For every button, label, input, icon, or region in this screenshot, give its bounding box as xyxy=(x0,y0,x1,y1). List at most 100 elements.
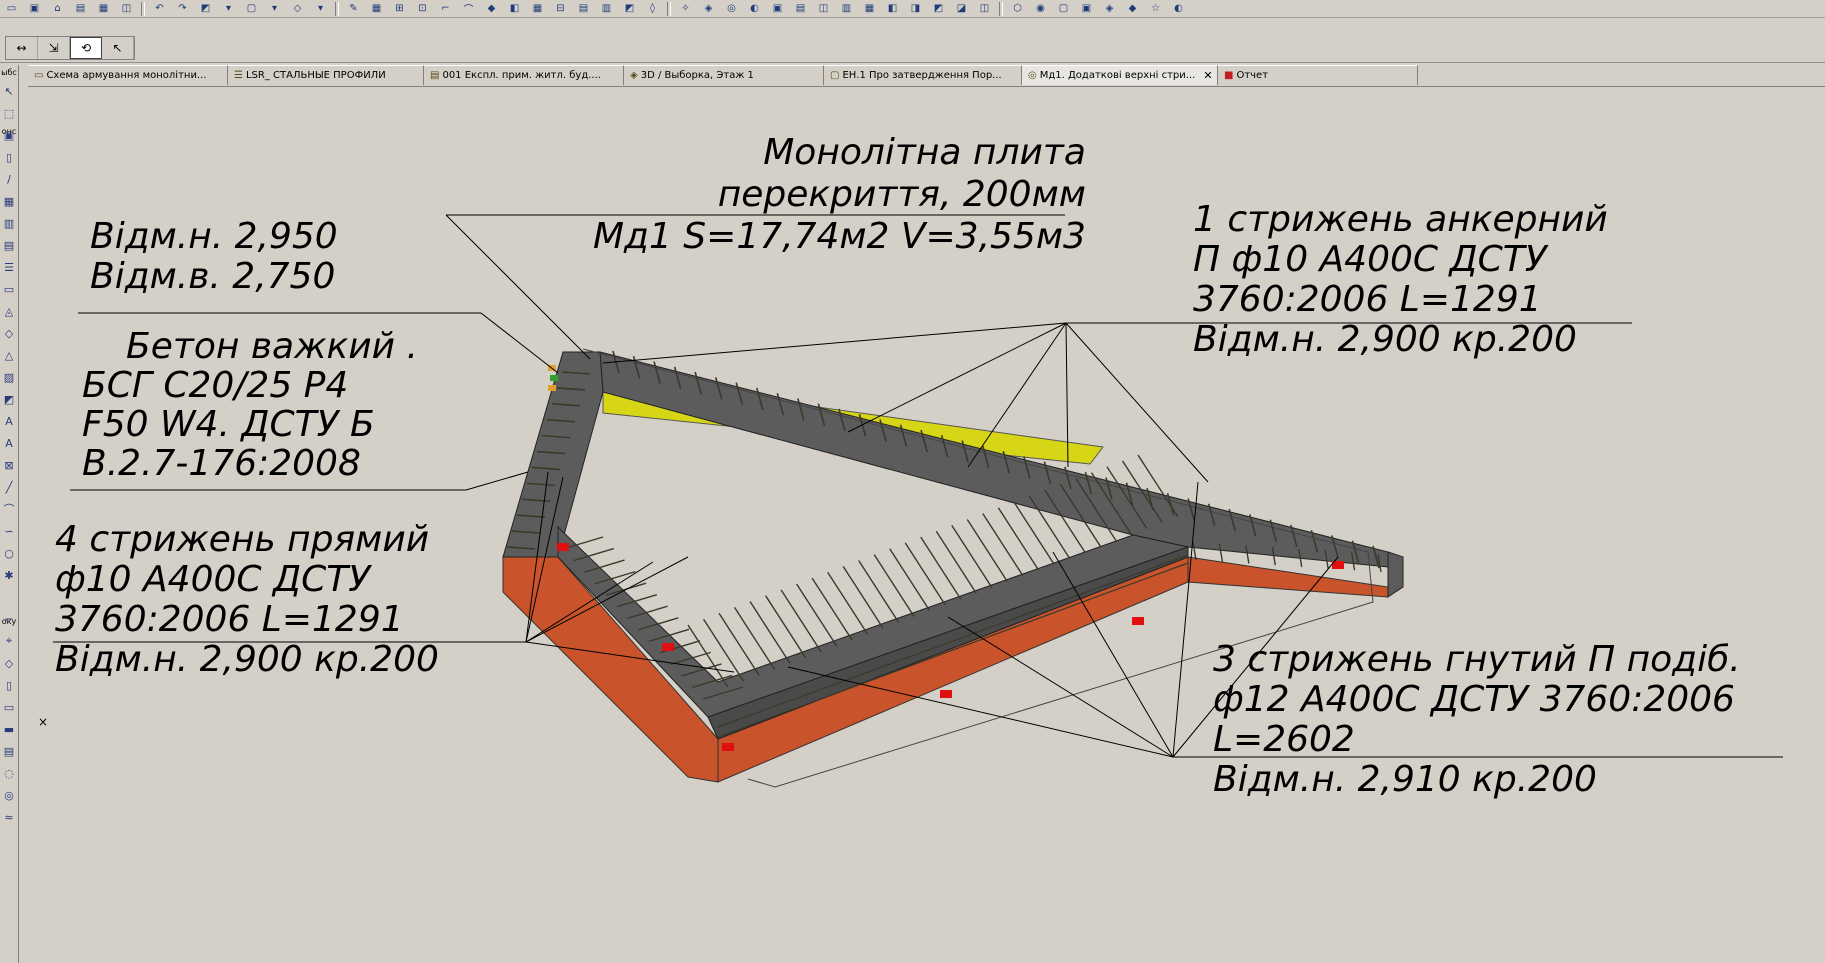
toolbox-tool-icon[interactable]: ▤ xyxy=(1,743,17,759)
toolbox-tool-icon[interactable]: ▦ xyxy=(1,193,17,209)
toolbar-button-icon[interactable]: ☆ xyxy=(1147,2,1164,15)
toolbar-button-icon[interactable]: ▢ xyxy=(1055,2,1072,15)
rebar xyxy=(780,589,822,653)
toolbox-tool-icon[interactable]: ↖ xyxy=(1,83,17,99)
orbit-mode-button[interactable]: ⟲ xyxy=(70,37,102,59)
toolbox-tool-icon[interactable]: ◩ xyxy=(1,391,17,407)
toolbar-button-icon[interactable]: ◇ xyxy=(289,2,306,15)
drawing-canvas[interactable]: Монолітна плита перекриття, 200мм Мд1 S=… xyxy=(28,87,1825,963)
toolbar-button-icon[interactable]: ▦ xyxy=(95,2,112,15)
toolbar-button-icon[interactable]: ◫ xyxy=(118,2,135,15)
toolbox-tool-icon[interactable]: ▨ xyxy=(1,369,17,385)
toolbox-tool-icon[interactable]: ◎ xyxy=(1,787,17,803)
toolbar-button-icon[interactable]: ▢ xyxy=(243,2,260,15)
toolbar-button-icon[interactable]: ◪ xyxy=(953,2,970,15)
toolbox-tool-icon[interactable]: ▣ xyxy=(1,127,17,143)
toolbox-tool-icon[interactable]: ▯ xyxy=(1,677,17,693)
toolbox-tool-icon[interactable]: A xyxy=(1,413,17,429)
toolbox-tool-icon[interactable]: ▥ xyxy=(1,215,17,231)
toolbar-button-icon[interactable]: ⌒ xyxy=(460,2,477,16)
toolbox-tool-icon[interactable]: ∽ xyxy=(1,523,17,539)
toolbox-tool-icon[interactable]: ▭ xyxy=(1,281,17,297)
toolbar-button-icon[interactable]: ▾ xyxy=(312,2,329,15)
toolbox-tool-icon[interactable]: ▬ xyxy=(1,721,17,737)
toolbar-button-icon[interactable]: ◨ xyxy=(907,2,924,15)
close-tab-button[interactable]: ✕ xyxy=(1203,69,1212,82)
toolbar-button-icon[interactable]: ✎ xyxy=(345,2,362,15)
toolbar-button-icon[interactable]: ⊟ xyxy=(552,2,569,15)
toolbar-button-icon[interactable]: ◩ xyxy=(621,2,638,15)
toolbox-tool-icon[interactable]: ╱ xyxy=(1,479,17,495)
toolbar-button-icon[interactable]: ▦ xyxy=(861,2,878,15)
toolbar-button-icon[interactable]: ◧ xyxy=(884,2,901,15)
toolbar-button-icon[interactable]: ◩ xyxy=(197,2,214,15)
toolbar-button-icon[interactable]: ⊡ xyxy=(414,2,431,15)
pointer-mode-button[interactable]: ↖ xyxy=(102,37,134,59)
toolbar-button-icon[interactable]: ⌂ xyxy=(49,2,66,15)
toolbar-button-icon[interactable]: ◆ xyxy=(483,2,500,15)
toolbox-tool-icon[interactable]: ⬚ xyxy=(1,105,17,121)
toolbar-button-icon[interactable]: ◐ xyxy=(1170,2,1187,15)
annotation-line: Відм.в. 2,750 xyxy=(90,256,336,297)
toolbox-tool-icon[interactable]: A xyxy=(1,435,17,451)
toolbar-button-icon[interactable]: ◈ xyxy=(1101,2,1118,15)
toolbar-button-icon[interactable]: ▭ xyxy=(3,2,20,15)
toolbox-tool-icon[interactable]: ⌖ xyxy=(1,633,17,649)
toolbar-button-icon[interactable]: ◈ xyxy=(700,2,717,15)
toolbar-button-icon[interactable]: ↷ xyxy=(174,2,191,15)
tab-layout[interactable]: ▢ ЕН.1 Про затвердження Пор... xyxy=(824,65,1022,85)
toolbar-button-icon[interactable]: ▤ xyxy=(792,2,809,15)
toolbar-button-icon[interactable]: ✧ xyxy=(677,2,694,15)
toolbar-button-icon[interactable]: ◫ xyxy=(976,2,993,15)
toolbar-button-icon[interactable]: ▦ xyxy=(368,2,385,15)
tab-rebar-scheme[interactable]: ▭ Схема армування монолітни... xyxy=(28,65,228,85)
toolbar-button-icon[interactable]: ⊞ xyxy=(391,2,408,15)
toolbar-button-icon[interactable]: ⌐ xyxy=(437,2,454,15)
toolbox-tool-icon[interactable]: / xyxy=(1,171,17,187)
toolbar-button-icon[interactable]: ▤ xyxy=(72,2,89,15)
toolbar-button-icon[interactable]: ◊ xyxy=(644,2,661,15)
tab-steel-profiles[interactable]: ☰ LSR_ СТАЛЬНЫЕ ПРОФИЛИ xyxy=(228,65,424,85)
toolbox-tool-icon[interactable]: ✱ xyxy=(1,567,17,583)
tab-detail-md1[interactable]: ◎ Мд1. Додаткові верхні стри... ✕ xyxy=(1022,65,1218,85)
toolbar-button-icon[interactable]: ▥ xyxy=(838,2,855,15)
toolbox-tool-icon[interactable]: ◇ xyxy=(1,325,17,341)
rebar xyxy=(873,554,915,618)
tab-floor-plan[interactable]: ▤ 001 Експл. прим. житл. буд.... xyxy=(424,65,624,85)
toolbox-tool-icon[interactable]: ⌒ xyxy=(1,501,17,517)
toolbar-button-icon[interactable]: ◎ xyxy=(723,2,740,15)
toolbox-tool-icon[interactable]: ◌ xyxy=(1,765,17,781)
tab-3d-view[interactable]: ◈ 3D / Выборка, Этаж 1 xyxy=(624,65,824,85)
toolbar-button-icon[interactable]: ◆ xyxy=(1124,2,1141,15)
toolbar-button-icon[interactable]: ↶ xyxy=(151,2,168,15)
marquee-mode-button[interactable]: ⇲ xyxy=(38,37,70,59)
toolbox-tool-icon[interactable]: ▤ xyxy=(1,237,17,253)
close-icon[interactable]: × xyxy=(38,715,48,729)
toolbar-button-icon[interactable]: ▣ xyxy=(769,2,786,15)
toolbar-button-icon[interactable]: ▾ xyxy=(266,2,283,15)
toolbar-button-icon[interactable]: ▣ xyxy=(26,2,43,15)
tab-report[interactable]: ■ Отчет xyxy=(1218,65,1418,85)
toolbox-tool-icon[interactable]: ☰ xyxy=(1,259,17,275)
dimension-mode-button[interactable]: ↔ xyxy=(6,37,38,59)
toolbar-button-icon[interactable]: ▥ xyxy=(598,2,615,15)
toolbox-tool-icon[interactable]: ≈ xyxy=(1,809,17,825)
toolbox-tool-icon[interactable]: ◇ xyxy=(1,655,17,671)
toolbox-tool-icon[interactable]: ▭ xyxy=(1,699,17,715)
toolbox-tool-icon[interactable]: ⌐ xyxy=(1,611,17,627)
toolbar-button-icon[interactable]: ◧ xyxy=(506,2,523,15)
toolbox-tool-icon[interactable]: ○ xyxy=(1,545,17,561)
toolbar-button-icon[interactable]: ◫ xyxy=(815,2,832,15)
toolbox-tool-icon[interactable]: △ xyxy=(1,347,17,363)
toolbox-tool-icon[interactable]: ⊠ xyxy=(1,457,17,473)
toolbar-button-icon[interactable]: ◩ xyxy=(930,2,947,15)
toolbar-button-icon[interactable]: ▾ xyxy=(220,2,237,15)
toolbar-button-icon[interactable]: ▤ xyxy=(575,2,592,15)
toolbar-button-icon[interactable]: ◐ xyxy=(746,2,763,15)
toolbox-tool-icon[interactable]: ◬ xyxy=(1,303,17,319)
toolbar-button-icon[interactable]: ▦ xyxy=(529,2,546,15)
toolbar-button-icon[interactable]: ⬡ xyxy=(1009,2,1026,15)
toolbox-tool-icon[interactable]: ▯ xyxy=(1,149,17,165)
toolbar-button-icon[interactable]: ▣ xyxy=(1078,2,1095,15)
toolbar-button-icon[interactable]: ◉ xyxy=(1032,2,1049,15)
